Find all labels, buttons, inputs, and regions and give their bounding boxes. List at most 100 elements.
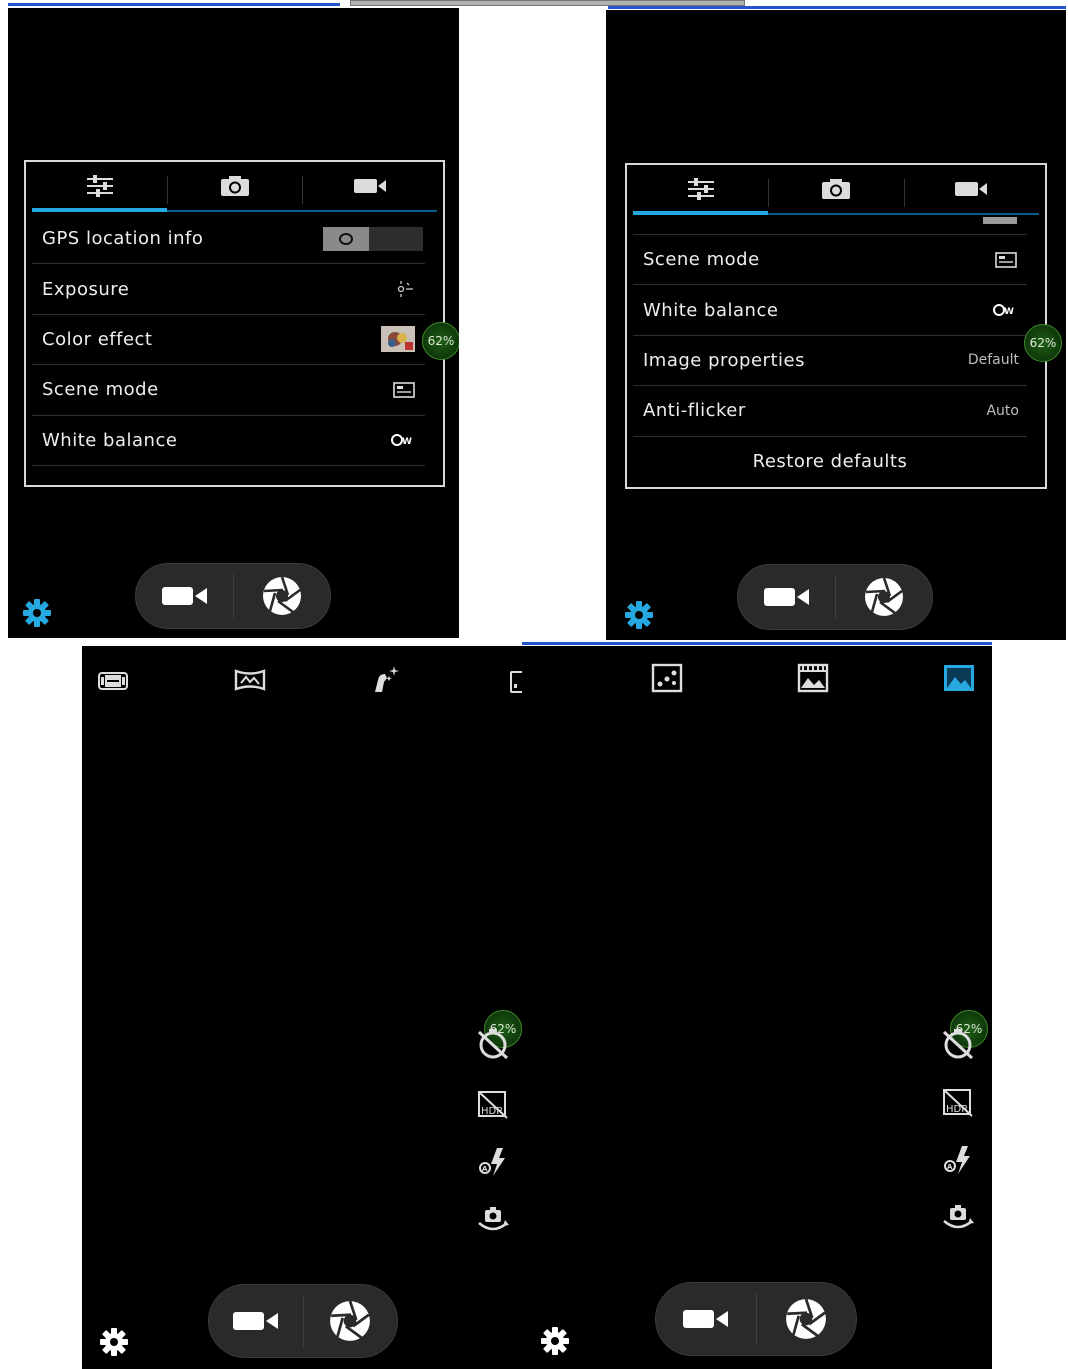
list-item-white-balance[interactable]: White balance W [633, 285, 1027, 336]
capture-controls [135, 563, 331, 629]
tab-general-settings[interactable] [633, 165, 769, 215]
toggle-knob [323, 226, 369, 251]
video-mode-button[interactable] [136, 564, 233, 628]
row-value: Auto [986, 402, 1019, 419]
timer-off-icon[interactable] [475, 1026, 511, 1062]
row-label: Exposure [42, 278, 130, 300]
flash-auto-icon[interactable]: A [475, 1144, 511, 1180]
wide-panorama-icon[interactable] [233, 664, 267, 696]
shutter-button[interactable] [303, 1285, 397, 1357]
video-mode-button[interactable] [656, 1283, 756, 1355]
panorama-mode-icon[interactable] [96, 664, 130, 696]
settings-sliders-icon [86, 175, 113, 197]
scrolled-row-remnant [633, 217, 1027, 235]
hdr-label: HDR [946, 1104, 968, 1115]
battery-percent: 62% [427, 334, 455, 348]
list-item-white-balance[interactable]: White balance W [32, 416, 425, 466]
camera-screen-settings-1: GPS location info Exposure Color effect … [8, 8, 459, 638]
hdr-label: HDR [481, 1106, 503, 1117]
shutter-aperture-icon [786, 1298, 826, 1339]
auto-white-balance-icon: W [993, 303, 1017, 317]
face-beauty-icon[interactable] [369, 664, 403, 696]
switch-camera-icon[interactable] [475, 1201, 511, 1237]
shutter-button[interactable] [835, 565, 932, 629]
switch-camera-icon[interactable] [940, 1199, 976, 1235]
list-item-scene-mode[interactable]: Scene mode [633, 235, 1027, 286]
tab-video-settings[interactable] [903, 165, 1039, 213]
settings-panel: GPS location info Exposure Color effect … [24, 160, 445, 487]
video-camera-icon [161, 587, 207, 605]
battery-percent: 62% [1029, 336, 1057, 350]
tab-photo-settings[interactable] [167, 162, 302, 210]
row-label: White balance [643, 299, 779, 321]
capture-controls [737, 564, 933, 630]
shutter-button[interactable] [233, 564, 330, 628]
shutter-aperture-icon [262, 576, 301, 615]
color-effect-thumbnail-icon [381, 326, 415, 353]
camera-screen-settings-2: Scene mode White balance W Image propert… [606, 10, 1066, 640]
auto-white-balance-icon: W [391, 433, 415, 447]
gps-toggle[interactable] [323, 226, 423, 251]
video-camera-icon [683, 1310, 728, 1328]
list-item-gps[interactable]: GPS location info [32, 214, 425, 265]
video-camera-icon [233, 1312, 278, 1330]
list-item-scene-mode[interactable]: Scene mode [32, 365, 425, 416]
settings-tabs [633, 165, 1039, 215]
list-item-image-properties[interactable]: Image properties Default [633, 336, 1027, 387]
settings-list: Scene mode White balance W Image propert… [633, 235, 1027, 487]
settings-list: GPS location info Exposure Color effect … [32, 214, 425, 466]
battery-indicator: 62% [422, 322, 459, 360]
row-label: White balance [42, 429, 178, 451]
list-item-anti-flicker[interactable]: Anti-flicker Auto [633, 386, 1027, 437]
scene-mode-icon [393, 382, 415, 398]
row-label: GPS location info [42, 228, 204, 250]
row-label: Image properties [643, 349, 805, 371]
camera-screen-modes-1: 62% HDR A [82, 646, 522, 1369]
row-label: Scene mode [643, 249, 760, 271]
restore-defaults-button[interactable]: Restore defaults [633, 437, 1027, 487]
row-value: Default [967, 352, 1019, 369]
flash-auto-icon[interactable]: A [940, 1142, 976, 1178]
video-camera-icon [763, 588, 809, 606]
svg-text:A: A [482, 1165, 488, 1173]
window-border-top-right [608, 6, 1066, 9]
tab-video-settings[interactable] [302, 162, 437, 210]
camera-icon [821, 179, 850, 199]
settings-gear-icon[interactable] [624, 600, 654, 630]
video-mode-button[interactable] [738, 565, 835, 629]
settings-tabs [32, 162, 437, 212]
photo-grid-mode-icon[interactable] [650, 662, 684, 694]
capture-controls [655, 1282, 857, 1356]
video-mode-button[interactable] [209, 1285, 303, 1357]
tab-photo-settings[interactable] [768, 165, 903, 213]
window-border-top-left [8, 3, 340, 6]
window-border-bottom-right [522, 642, 992, 645]
tab-general-settings[interactable] [32, 162, 167, 212]
list-item-color-effect[interactable]: Color effect [32, 315, 425, 366]
settings-gear-icon[interactable] [540, 1326, 570, 1356]
shutter-button[interactable] [756, 1283, 856, 1355]
settings-gear-icon[interactable] [99, 1327, 129, 1357]
film-scene-mode-icon[interactable] [796, 662, 830, 694]
restore-defaults-label: Restore defaults [752, 451, 908, 473]
scene-mode-icon [995, 251, 1017, 268]
list-item-exposure[interactable]: Exposure [32, 264, 425, 315]
normal-photo-mode-icon[interactable] [942, 662, 976, 694]
capture-controls [208, 1284, 398, 1358]
shutter-aperture-icon [864, 577, 903, 616]
hdr-off-icon[interactable]: HDR [940, 1084, 976, 1120]
video-camera-icon [353, 179, 386, 193]
settings-panel: Scene mode White balance W Image propert… [625, 163, 1047, 489]
live-photo-effect-icon[interactable] [506, 664, 522, 696]
hdr-off-icon[interactable]: HDR [475, 1086, 511, 1122]
settings-gear-icon[interactable] [22, 598, 52, 628]
battery-indicator: 62% [1024, 324, 1062, 362]
svg-text:W: W [402, 437, 412, 447]
camera-screen-modes-2: 62% HDR A [522, 646, 992, 1369]
camera-icon [220, 176, 249, 196]
timer-off-icon[interactable] [940, 1026, 976, 1062]
exposure-icon [395, 280, 415, 298]
row-label: Scene mode [42, 379, 159, 401]
shutter-aperture-icon [330, 1300, 370, 1341]
svg-text:A: A [947, 1163, 953, 1171]
